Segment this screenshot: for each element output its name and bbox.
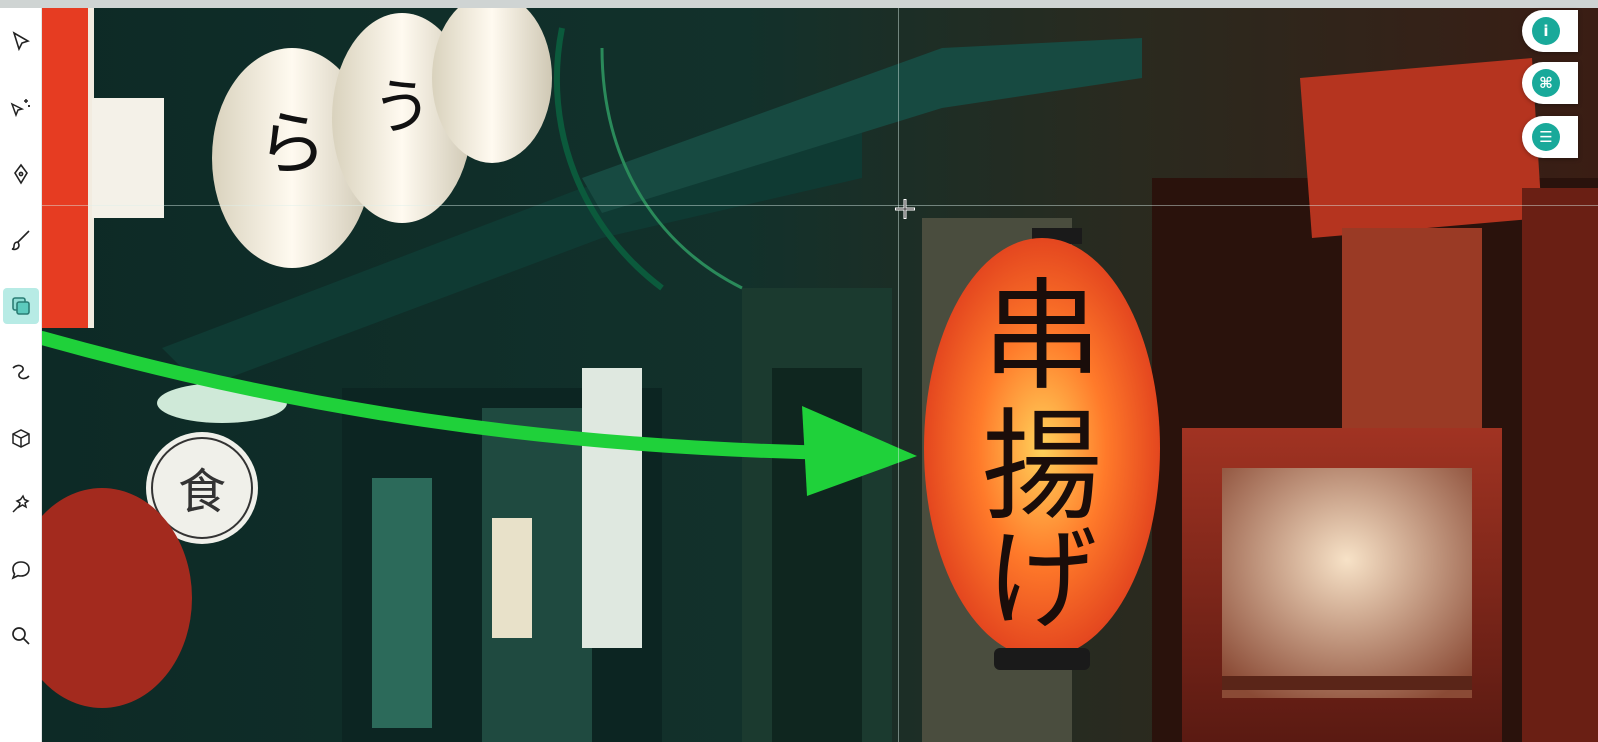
active-tool-highlight: [3, 288, 39, 324]
shortcuts-button[interactable]: ⌘: [1522, 62, 1578, 104]
comment-tool[interactable]: [0, 550, 42, 590]
pen-nib-icon: [14, 163, 28, 185]
select-tool[interactable]: [0, 22, 42, 62]
pin-tool[interactable]: [0, 484, 42, 524]
pin-star-icon: [12, 494, 30, 513]
brush-tool[interactable]: [0, 220, 42, 260]
svg-text:串: 串: [982, 268, 1102, 407]
vertical-guide-line[interactable]: [898, 8, 899, 742]
magic-select-tool[interactable]: [0, 88, 42, 128]
svg-text:う: う: [372, 73, 432, 143]
pen-tool[interactable]: [0, 154, 42, 194]
command-icon: ⌘: [1532, 69, 1560, 97]
crosshair-cursor-icon: [895, 199, 915, 219]
cursor-arrow-icon: [12, 31, 30, 52]
horizontal-guide-line[interactable]: [42, 205, 1598, 206]
svg-text:ら: ら: [257, 103, 327, 185]
left-toolbar: [0, 8, 42, 742]
info-icon: i: [1532, 17, 1560, 45]
alley-photo: ら う 食 串 揚 げ: [42, 8, 1598, 742]
window-top-bar: [0, 0, 1598, 8]
sliders-icon: ☰: [1532, 123, 1560, 151]
brush-icon: [11, 230, 30, 251]
zoom-tool[interactable]: [0, 616, 42, 656]
info-button[interactable]: i: [1522, 10, 1578, 52]
layers-tool[interactable]: [0, 286, 42, 326]
3d-tool[interactable]: [0, 418, 42, 458]
svg-text:げ: げ: [987, 516, 1097, 644]
svg-text:食: 食: [178, 464, 226, 520]
speech-bubble-icon: [11, 561, 30, 580]
canvas[interactable]: ら う 食 串 揚 げ: [42, 8, 1598, 742]
cube-icon: [12, 429, 30, 448]
magnifier-icon: [12, 627, 30, 645]
curve-icon: [12, 364, 30, 380]
curve-tool[interactable]: [0, 352, 42, 392]
settings-button[interactable]: ☰: [1522, 116, 1578, 158]
layers-icon: [12, 297, 30, 315]
sparkle-cursor-icon: [10, 99, 30, 118]
